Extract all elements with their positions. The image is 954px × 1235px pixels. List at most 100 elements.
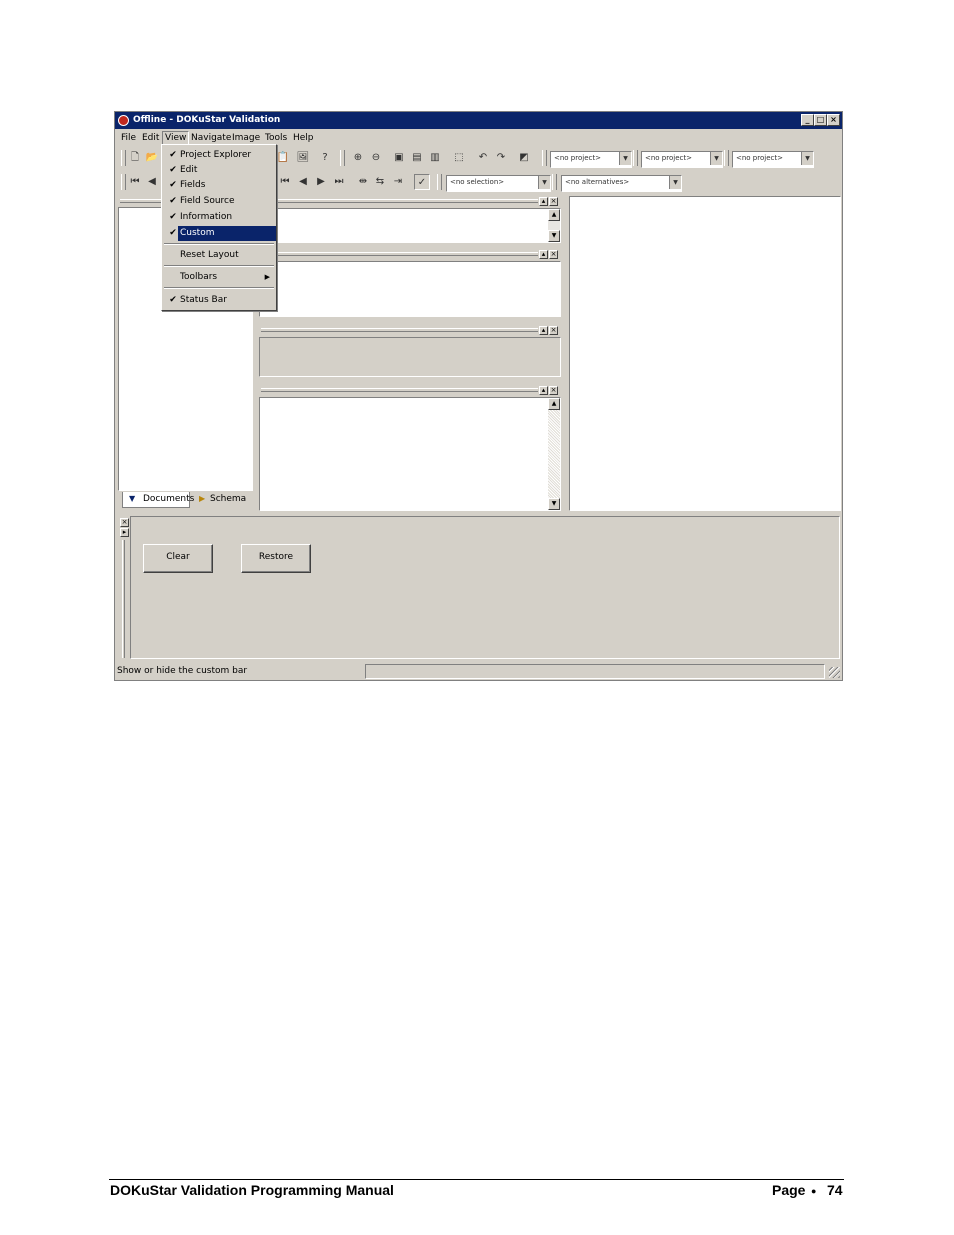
help-icon[interactable]: ?	[317, 150, 333, 166]
open-folder-icon[interactable]: 📂	[144, 150, 160, 166]
menu-item-field-source[interactable]: ✔ Field Source	[164, 194, 274, 209]
resize-grip-icon[interactable]	[829, 667, 840, 678]
selection-combo[interactable]: <no selection> ▼	[446, 175, 551, 192]
scroll-down-icon[interactable]: ▼	[548, 230, 560, 242]
chevron-down-icon[interactable]: ▼	[619, 152, 631, 165]
panel-maximize-button[interactable]: ▴	[539, 386, 548, 395]
custom-bar-gripper[interactable]	[122, 540, 125, 658]
alternatives-combo[interactable]: <no alternatives> ▼	[561, 175, 682, 192]
custom-bar-maximize-button[interactable]: ▸	[120, 528, 129, 537]
tab-documents[interactable]: ▼ Documents	[122, 492, 194, 508]
close-button[interactable]: ×	[827, 114, 840, 126]
project-combo-2[interactable]: <no project> ▼	[641, 151, 723, 168]
custom-bar-close-button[interactable]: ×	[120, 518, 129, 527]
tab-schema[interactable]: ▶ Schema	[194, 492, 250, 508]
next-field-icon[interactable]: ▶	[313, 174, 329, 190]
panel-close-button[interactable]: ×	[549, 326, 558, 335]
menu-edit[interactable]: Edit	[140, 132, 161, 144]
previous-field-icon[interactable]: ◀	[295, 174, 311, 190]
fit-width-icon[interactable]: ▤	[409, 150, 425, 166]
menu-tools[interactable]: Tools	[263, 132, 289, 144]
scrollbar[interactable]: ▲ ▼	[548, 209, 560, 242]
menu-item-custom[interactable]: ✔ Custom	[164, 226, 276, 241]
scroll-down-icon[interactable]: ▼	[548, 498, 560, 510]
paste-icon[interactable]: 📋	[275, 150, 291, 166]
previous-record-icon[interactable]: ◀	[144, 174, 160, 190]
panel-gripper[interactable]	[261, 388, 538, 392]
toolbar-grip[interactable]	[121, 150, 126, 166]
menu-item-edit[interactable]: ✔ Edit	[164, 163, 274, 178]
panel-maximize-button[interactable]: ▴	[539, 250, 548, 259]
project-combo-1[interactable]: <no project> ▼	[550, 151, 632, 168]
move-field-icon[interactable]: ⇥	[390, 174, 406, 190]
project-combo-3[interactable]: <no project> ▼	[732, 151, 814, 168]
menu-item-project-explorer[interactable]: ✔ Project Explorer	[164, 148, 274, 163]
select-area-icon[interactable]: ⬚	[451, 150, 467, 166]
field-source-area[interactable]	[259, 337, 561, 377]
maximize-button[interactable]: □	[814, 114, 827, 126]
menu-item-reset-layout[interactable]: Reset Layout	[164, 248, 274, 263]
fit-height-icon[interactable]: ▥	[427, 150, 443, 166]
edit-panel: ▴ × ▲ ▼	[259, 196, 561, 244]
check-icon: ✔	[169, 295, 177, 305]
first-field-icon[interactable]: ⏮	[277, 174, 293, 190]
panel-close-button[interactable]: ×	[549, 386, 558, 395]
chevron-down-icon[interactable]: ▼	[538, 176, 550, 189]
toolbar-grip[interactable]	[542, 150, 547, 166]
last-field-icon[interactable]: ⏭	[331, 174, 347, 190]
toolbar-grip[interactable]	[121, 174, 126, 190]
edit-area[interactable]: ▲ ▼	[259, 208, 561, 243]
chevron-down-icon[interactable]: ▼	[801, 152, 813, 165]
panel-gripper[interactable]	[261, 252, 538, 256]
title-bar[interactable]: Offline - DOKuStar Validation _ □ ×	[115, 112, 842, 129]
clear-button[interactable]: Clear	[143, 544, 213, 573]
menu-item-fields[interactable]: ✔ Fields	[164, 178, 274, 193]
toolbar-grip[interactable]	[437, 174, 442, 190]
scroll-up-icon[interactable]: ▲	[548, 209, 560, 221]
contrast-icon[interactable]: ◩	[516, 150, 532, 166]
menu-item-status-bar[interactable]: ✔ Status Bar	[164, 293, 274, 308]
new-document-icon[interactable]: 🗋	[127, 150, 143, 166]
panel-gripper[interactable]	[261, 328, 538, 332]
rotate-right-icon[interactable]: ↷	[493, 150, 509, 166]
panel-close-button[interactable]: ×	[549, 197, 558, 206]
fields-area[interactable]	[259, 261, 561, 317]
scrollbar[interactable]: ▲ ▼	[548, 398, 560, 510]
toolbar-grip[interactable]	[633, 150, 638, 166]
footer-rule	[109, 1179, 844, 1180]
open-image-icon[interactable]: 🖼	[295, 150, 311, 166]
chevron-right-icon: ▶	[199, 494, 206, 503]
scroll-up-icon[interactable]: ▲	[548, 398, 560, 410]
confirm-check-icon[interactable]: ✓	[414, 174, 430, 190]
image-view-area[interactable]	[569, 196, 841, 511]
panel-close-button[interactable]: ×	[549, 250, 558, 259]
toolbar-grip[interactable]	[340, 150, 345, 166]
panel-maximize-button[interactable]: ▴	[539, 197, 548, 206]
menu-navigate[interactable]: Navigate	[189, 132, 233, 144]
merge-field-icon[interactable]: ⇆	[372, 174, 388, 190]
menu-view[interactable]: View	[162, 131, 190, 145]
menu-help[interactable]: Help	[291, 132, 316, 144]
menu-item-information[interactable]: ✔ Information	[164, 210, 274, 225]
chevron-down-icon[interactable]: ▼	[669, 176, 681, 189]
status-text: Show or hide the custom bar	[117, 666, 248, 676]
information-area[interactable]: ▲ ▼	[259, 397, 561, 511]
zoom-in-icon[interactable]: ⊕	[350, 150, 366, 166]
rotate-left-icon[interactable]: ↶	[475, 150, 491, 166]
zoom-out-icon[interactable]: ⊖	[368, 150, 384, 166]
fit-page-icon[interactable]: ▣	[391, 150, 407, 166]
menu-item-label: Reset Layout	[180, 250, 239, 260]
panel-gripper[interactable]	[261, 199, 538, 203]
minimize-button[interactable]: _	[801, 114, 814, 126]
menu-image[interactable]: Image	[230, 132, 262, 144]
chevron-down-icon[interactable]: ▼	[710, 152, 722, 165]
menu-item-toolbars[interactable]: Toolbars ▶	[164, 270, 274, 285]
split-field-icon[interactable]: ⇹	[355, 174, 371, 190]
toolbar-grip[interactable]	[724, 150, 729, 166]
panel-maximize-button[interactable]: ▴	[539, 326, 548, 335]
first-record-icon[interactable]: ⏮	[127, 174, 143, 190]
toolbar-grip[interactable]	[552, 174, 557, 190]
project-combo-3-value: <no project>	[736, 154, 783, 162]
restore-button[interactable]: Restore	[241, 544, 311, 573]
menu-file[interactable]: File	[119, 132, 138, 144]
